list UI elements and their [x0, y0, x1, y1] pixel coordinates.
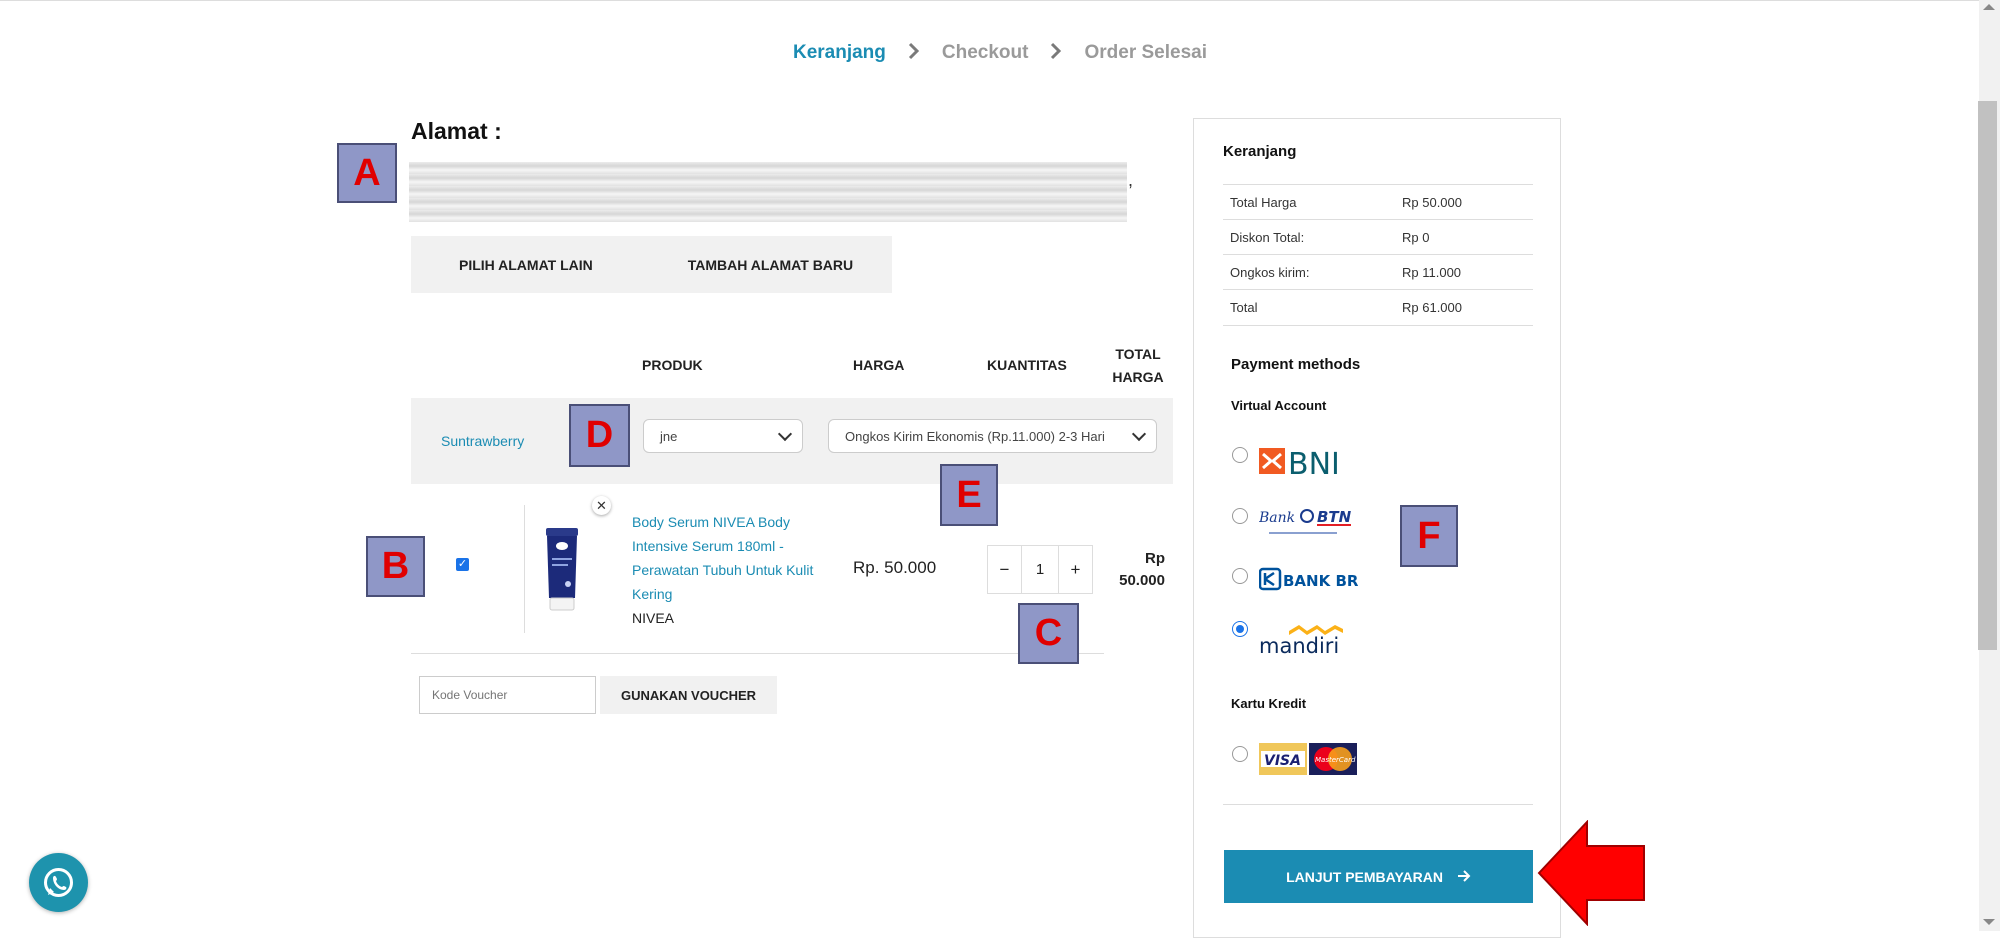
- summary-title: Keranjang: [1223, 143, 1297, 160]
- shipping-value: Ongkos Kirim Ekonomis (Rp.11.000) 2-3 Ha…: [845, 428, 1105, 444]
- summary-row: Diskon Total: Rp 0: [1223, 219, 1533, 255]
- arrow-right-icon: [1457, 869, 1471, 885]
- header-total: TOTAL HARGA: [1108, 343, 1168, 389]
- red-arrow-icon: [1537, 819, 1646, 927]
- summary-label: Ongkos kirim:: [1230, 265, 1310, 280]
- top-border: [0, 0, 2000, 1]
- step-order-selesai: Order Selesai: [1084, 42, 1208, 63]
- header-quantity: KUANTITAS: [987, 357, 1067, 373]
- whatsapp-icon: [44, 868, 73, 897]
- header-total-line1: TOTAL: [1115, 346, 1161, 362]
- summary-row: Total Harga Rp 50.000: [1223, 184, 1533, 220]
- annotation-c: C: [1018, 603, 1079, 664]
- bni-logo: BNI: [1259, 444, 1359, 482]
- close-icon: ✕: [596, 498, 607, 513]
- payment-methods-title: Payment methods: [1231, 356, 1361, 373]
- courier-select[interactable]: jne: [643, 419, 803, 453]
- row-divider: [411, 653, 1104, 654]
- btn-text-btn: BTN: [1317, 508, 1352, 526]
- summary-row: Total Rp 61.000: [1223, 289, 1533, 326]
- summary-label: Total: [1230, 300, 1258, 315]
- annotation-e: E: [940, 464, 998, 526]
- bri-text: BANK BRI: [1283, 572, 1359, 590]
- annotation-f: F: [1400, 505, 1458, 567]
- summary-value: Rp 0: [1402, 230, 1430, 245]
- chevron-right-icon: [908, 40, 920, 66]
- add-new-address-button[interactable]: TAMBAH ALAMAT BARU: [688, 257, 853, 273]
- radio-btn[interactable]: [1232, 508, 1248, 524]
- annotation-d: D: [569, 404, 630, 467]
- virtual-account-title: Virtual Account: [1231, 398, 1327, 413]
- address-title: Alamat :: [411, 118, 502, 144]
- product-name[interactable]: Body Serum NIVEA Body Intensive Serum 18…: [632, 510, 822, 606]
- seller-name[interactable]: Suntrawberry: [441, 433, 524, 449]
- choose-other-address-button[interactable]: PILIH ALAMAT LAIN: [459, 257, 593, 273]
- shipping-select[interactable]: Ongkos Kirim Ekonomis (Rp.11.000) 2-3 Ha…: [828, 419, 1157, 453]
- summary-value: Rp 50.000: [1402, 195, 1462, 210]
- scrollbar-thumb[interactable]: [1978, 101, 1997, 650]
- whatsapp-button[interactable]: [29, 853, 88, 912]
- header-product: PRODUK: [642, 357, 703, 373]
- continue-payment-button[interactable]: LANJUT PEMBAYARAN: [1224, 850, 1533, 903]
- chevron-right-icon: [1050, 40, 1062, 66]
- annotation-b: B: [366, 536, 425, 597]
- header-total-line2: HARGA: [1112, 369, 1164, 385]
- chevron-down-icon: [1131, 426, 1147, 442]
- scroll-up-icon[interactable]: [1983, 4, 1995, 10]
- visa-text: VISA: [1264, 753, 1301, 769]
- step-checkout: Checkout: [941, 42, 1029, 63]
- bni-text: BNI: [1288, 447, 1340, 476]
- address-redacted: [409, 162, 1127, 222]
- continue-payment-label: LANJUT PEMBAYARAN: [1286, 868, 1443, 885]
- product-brand: NIVEA: [632, 610, 675, 626]
- credit-card-title: Kartu Kredit: [1231, 696, 1307, 711]
- radio-bni[interactable]: [1232, 447, 1248, 463]
- summary-label: Total Harga: [1230, 195, 1297, 210]
- remove-product-button[interactable]: ✕: [592, 496, 611, 515]
- address-actions: PILIH ALAMAT LAIN TAMBAH ALAMAT BARU: [411, 236, 892, 293]
- bri-logo: BANK BRI: [1258, 567, 1364, 591]
- line-total-currency: Rp: [1145, 550, 1165, 567]
- courier-value: jne: [660, 428, 678, 444]
- scroll-down-icon[interactable]: [1983, 919, 1995, 925]
- voucher-input[interactable]: [419, 676, 596, 714]
- summary-value: Rp 11.000: [1402, 265, 1462, 280]
- checkout-steps: Keranjang Checkout Order Selesai: [0, 40, 2000, 66]
- header-price: HARGA: [853, 357, 905, 373]
- summary-value: Rp 61.000: [1402, 300, 1462, 315]
- btn-logo: Bank BTN: [1258, 505, 1359, 539]
- product-image: [542, 526, 582, 612]
- divider: [524, 505, 525, 633]
- quantity-minus-button[interactable]: −: [988, 546, 1021, 593]
- line-total: Rp 50.000: [1110, 548, 1165, 592]
- quantity-stepper: − 1 +: [987, 545, 1093, 594]
- btn-text-bank: Bank: [1259, 510, 1295, 526]
- product-price: Rp. 50.000: [853, 558, 937, 577]
- step-keranjang[interactable]: Keranjang: [793, 42, 886, 64]
- quantity-value[interactable]: 1: [1021, 546, 1059, 593]
- address-trailing: ,: [1128, 170, 1134, 190]
- radio-credit-card[interactable]: [1232, 746, 1248, 762]
- quantity-plus-button[interactable]: +: [1059, 546, 1092, 593]
- radio-mandiri[interactable]: [1232, 621, 1248, 637]
- panel-divider: [1223, 804, 1533, 805]
- radio-bri[interactable]: [1232, 568, 1248, 584]
- summary-label: Diskon Total:: [1230, 230, 1305, 245]
- summary-row: Ongkos kirim: Rp 11.000: [1223, 254, 1533, 290]
- chevron-down-icon: [777, 426, 793, 442]
- line-total-amount: 50.000: [1119, 572, 1165, 589]
- mastercard-text: MasterCard: [1315, 756, 1356, 764]
- apply-voucher-button[interactable]: GUNAKAN VOUCHER: [600, 676, 777, 714]
- product-checkbox[interactable]: ✓: [456, 558, 469, 571]
- mandiri-text: mandiri: [1259, 634, 1339, 657]
- mandiri-logo: mandiri: [1259, 621, 1359, 658]
- card-logos: VISA MasterCard: [1259, 743, 1357, 775]
- annotation-a: A: [337, 143, 397, 203]
